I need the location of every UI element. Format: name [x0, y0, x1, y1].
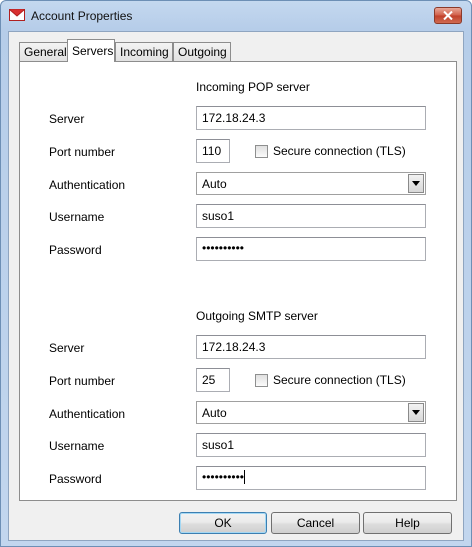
help-button[interactable]: Help	[363, 512, 452, 534]
outgoing-password-input[interactable]: ••••••••••	[196, 466, 426, 490]
incoming-auth-select[interactable]: Auto	[196, 172, 426, 195]
incoming-section-title: Incoming POP server	[196, 80, 310, 94]
outgoing-section-title: Outgoing SMTP server	[196, 309, 318, 323]
outgoing-username-label: Username	[49, 439, 105, 453]
account-properties-window: Account Properties General Servers Incom…	[0, 0, 472, 547]
incoming-secure-checkbox[interactable]	[255, 145, 268, 158]
incoming-password-input[interactable]: ••••••••••	[196, 237, 426, 261]
title-bar[interactable]: Account Properties	[1, 1, 471, 31]
dropdown-arrow-icon	[412, 181, 420, 186]
incoming-server-input[interactable]: 172.18.24.3	[196, 106, 426, 130]
outgoing-server-label: Server	[49, 341, 85, 355]
mail-envelope-icon	[9, 9, 25, 21]
outgoing-secure-label: Secure connection (TLS)	[273, 373, 406, 387]
dialog-client-area: General Servers Incoming Outgoing Incomi…	[8, 31, 464, 541]
outgoing-username-input[interactable]: suso1	[196, 433, 426, 457]
incoming-auth-dropdown-button[interactable]	[408, 174, 424, 193]
outgoing-server-input[interactable]: 172.18.24.3	[196, 335, 426, 359]
text-caret	[244, 470, 246, 484]
close-button[interactable]	[434, 7, 462, 24]
incoming-server-label: Server	[49, 112, 85, 126]
window-title: Account Properties	[31, 9, 133, 23]
outgoing-auth-value: Auto	[202, 406, 227, 420]
incoming-auth-value: Auto	[202, 177, 227, 191]
outgoing-auth-dropdown-button[interactable]	[408, 403, 424, 422]
outgoing-auth-select[interactable]: Auto	[196, 401, 426, 424]
outgoing-port-input[interactable]: 25	[196, 368, 230, 392]
outgoing-secure-checkbox[interactable]	[255, 374, 268, 387]
tab-servers[interactable]: Servers	[67, 39, 115, 62]
outgoing-auth-label: Authentication	[49, 407, 126, 421]
servers-tab-panel: Incoming POP server Server 172.18.24.3 P…	[19, 61, 457, 501]
incoming-auth-label: Authentication	[49, 178, 126, 192]
ok-button[interactable]: OK	[179, 512, 267, 534]
incoming-password-label: Password	[49, 243, 102, 257]
incoming-port-input[interactable]: 110	[196, 139, 230, 163]
incoming-username-input[interactable]: suso1	[196, 204, 426, 228]
outgoing-port-label: Port number	[49, 374, 116, 388]
close-icon	[443, 11, 453, 20]
outgoing-password-value: ••••••••••	[202, 470, 245, 484]
tab-general[interactable]: General	[19, 42, 68, 61]
cancel-button[interactable]: Cancel	[271, 512, 360, 534]
incoming-port-label: Port number	[49, 145, 116, 159]
incoming-secure-label: Secure connection (TLS)	[273, 144, 406, 158]
dropdown-arrow-icon	[412, 410, 420, 415]
outgoing-password-label: Password	[49, 472, 102, 486]
tab-outgoing[interactable]: Outgoing	[173, 42, 231, 61]
incoming-username-label: Username	[49, 210, 105, 224]
tab-incoming[interactable]: Incoming	[115, 42, 173, 61]
